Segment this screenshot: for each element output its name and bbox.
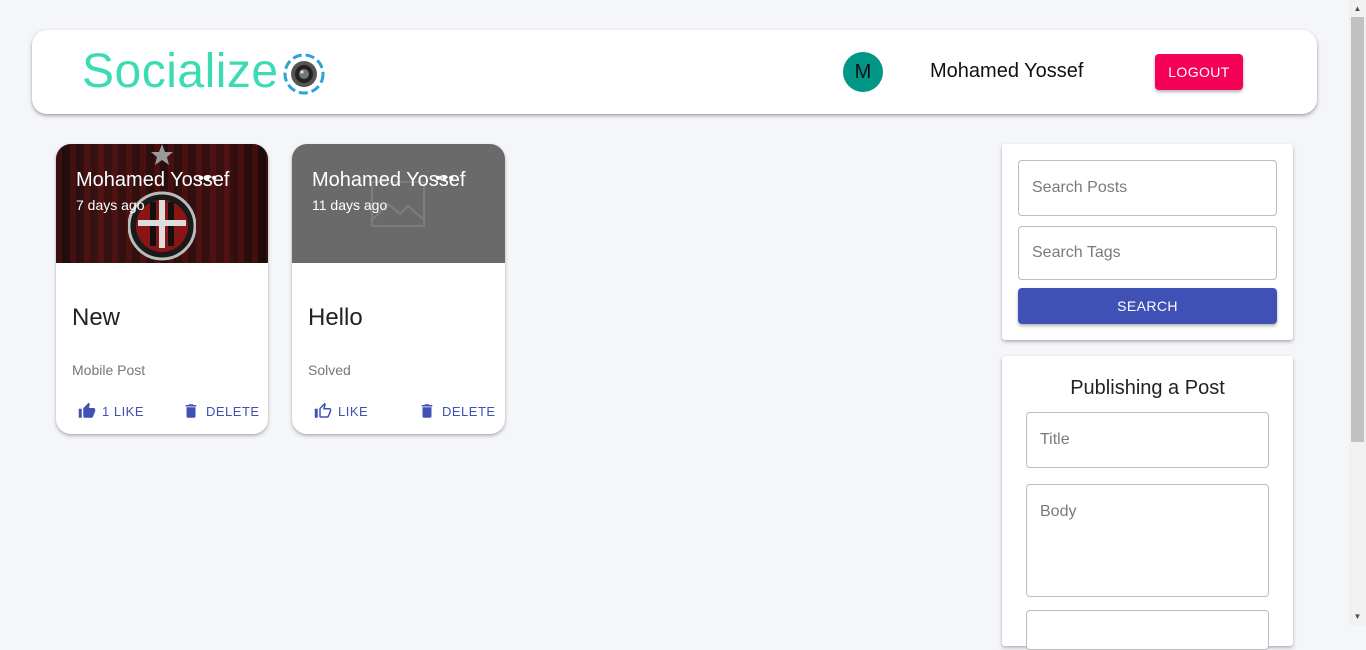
search-posts-input[interactable] — [1018, 160, 1277, 216]
thumb-up-outline-icon — [314, 402, 332, 418]
trash-icon — [421, 404, 433, 418]
like-label: 1 LIKE — [102, 403, 145, 419]
delete-label: DELETE — [206, 403, 260, 419]
trash-icon — [185, 404, 197, 418]
body-input[interactable] — [1026, 484, 1269, 597]
thumb-up-filled-icon — [78, 402, 96, 418]
scroll-thumb[interactable] — [1351, 17, 1364, 442]
user-name: Mohamed Yossef — [930, 60, 1084, 82]
like-button[interactable]: LIKE — [314, 400, 368, 422]
title-input[interactable] — [1026, 412, 1269, 468]
brand-name[interactable]: Socialize — [82, 44, 279, 100]
delete-button[interactable]: DELETE — [418, 400, 496, 422]
scrollbar[interactable]: ▲ ▼ — [1349, 0, 1366, 625]
post-title: Hello — [308, 304, 363, 331]
more-options-icon[interactable]: ••• — [198, 170, 218, 188]
post-time: 7 days ago — [76, 197, 145, 213]
arrow-down-icon[interactable]: ▼ — [1349, 608, 1366, 625]
post-card: Mohamed Yossef ••• 7 days ago New Mobile… — [56, 144, 268, 434]
search-button[interactable]: SEARCH — [1018, 288, 1277, 324]
publish-title: Publishing a Post — [1070, 377, 1225, 399]
like-label: LIKE — [338, 403, 369, 419]
logout-button[interactable]: LOGOUT — [1155, 54, 1243, 90]
post-title: New — [72, 304, 121, 331]
like-button[interactable]: 1 LIKE — [78, 400, 144, 422]
search-tags-input[interactable] — [1018, 226, 1277, 280]
delete-button[interactable]: DELETE — [182, 400, 260, 422]
app-bar: Socialize M Mohamed Yossef LOGOUT — [32, 30, 1317, 114]
post-body: Mobile Post — [72, 362, 146, 378]
avatar[interactable]: M — [843, 52, 883, 92]
post-time: 11 days ago — [312, 197, 388, 213]
more-options-icon[interactable]: ••• — [435, 170, 455, 188]
tags-input[interactable] — [1026, 610, 1269, 650]
post-body: Solved — [308, 362, 351, 378]
delete-label: DELETE — [442, 403, 496, 419]
search-panel: SEARCH — [1002, 144, 1293, 340]
camera-lens-icon — [283, 53, 325, 95]
publish-panel: Publishing a Post — [1002, 356, 1293, 650]
post-card: Mohamed Yossef ••• 11 days ago Hello Sol… — [292, 144, 505, 434]
arrow-up-icon[interactable]: ▲ — [1349, 0, 1366, 17]
